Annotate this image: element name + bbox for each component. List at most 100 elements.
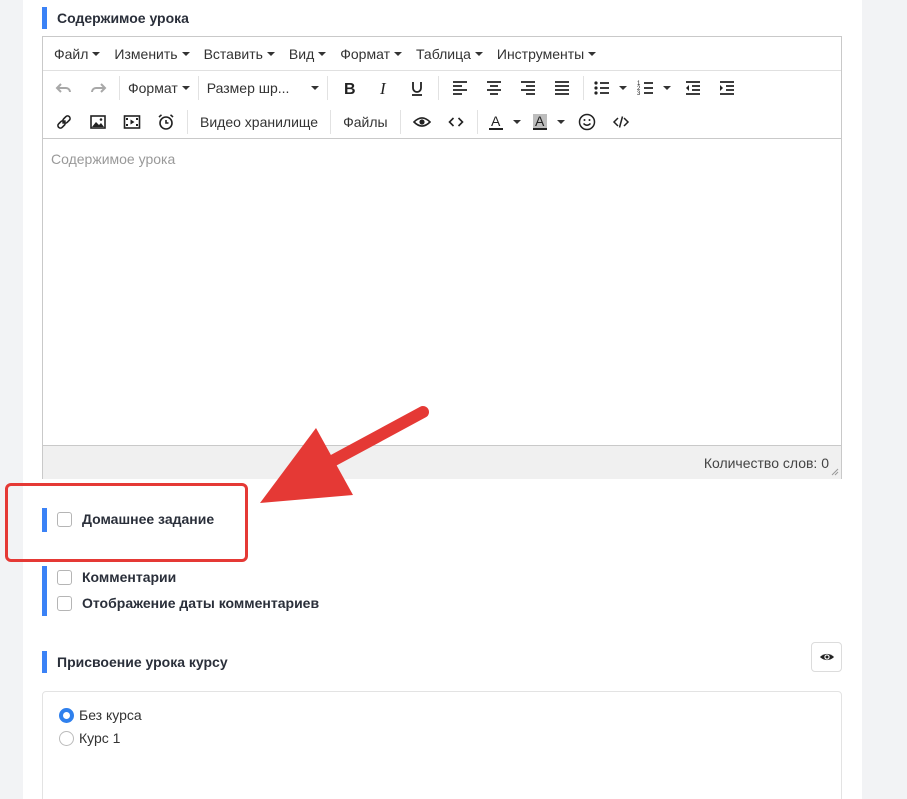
video-storage-button[interactable]: Видео хранилище <box>192 108 326 136</box>
link-icon <box>57 115 71 129</box>
caret-down-icon <box>266 51 275 56</box>
outdent-button[interactable] <box>676 74 710 102</box>
text-color-icon: A <box>488 113 503 130</box>
bullet-list-button[interactable] <box>588 74 632 102</box>
course-assign-title: Присвоение урока курсу <box>57 654 228 670</box>
background-color-button[interactable]: A <box>526 108 570 136</box>
files-button[interactable]: Файлы <box>335 108 395 136</box>
numbered-list-button[interactable]: 123 <box>632 74 676 102</box>
undo-button[interactable] <box>47 74 81 102</box>
link-button[interactable] <box>47 108 81 136</box>
resize-handle-icon[interactable] <box>831 468 839 476</box>
toolbar-separator <box>197 76 199 100</box>
menu-tools-label: Инструменты <box>496 45 585 62</box>
comment-dates-option[interactable]: Отображение даты комментариев <box>42 595 319 611</box>
caret-down-icon <box>181 51 190 56</box>
numbered-list-icon: 123 <box>637 81 653 97</box>
indent-button[interactable] <box>710 74 744 102</box>
toolbar-row-1: Формат Размер шр... B I 1 2 3 <box>43 71 841 105</box>
menu-table[interactable]: Таблица <box>409 46 490 62</box>
menu-edit[interactable]: Изменить <box>107 46 196 62</box>
course-option-none[interactable]: Без курса <box>59 707 142 723</box>
comments-checkbox[interactable] <box>57 569 72 585</box>
align-center-icon <box>486 81 501 95</box>
course-none-label: Без курса <box>79 707 142 723</box>
rich-text-editor: Файл Изменить Вставить Вид Формат Таблиц… <box>42 36 842 479</box>
indent-icon <box>719 81 734 95</box>
alarm-clock-icon <box>158 114 174 130</box>
image-icon <box>90 115 106 129</box>
align-justify-icon <box>554 81 569 95</box>
svg-text:A: A <box>535 113 545 129</box>
timer-button[interactable] <box>149 108 183 136</box>
source-code-icon <box>612 116 629 128</box>
comment-dates-label: Отображение даты комментариев <box>82 595 320 611</box>
comment-dates-checkbox[interactable] <box>57 595 72 611</box>
font-size-dropdown[interactable]: Размер шр... <box>203 74 323 102</box>
italic-button[interactable]: I <box>366 74 400 102</box>
menu-format-label: Формат <box>340 45 390 62</box>
menu-table-label: Таблица <box>415 45 471 62</box>
caret-down-icon <box>474 51 483 56</box>
caret-down-icon <box>662 86 671 90</box>
outdent-icon <box>685 81 700 95</box>
editor-statusbar: Количество слов: 0 <box>43 445 841 479</box>
toolbar-separator <box>119 76 120 100</box>
italic-icon: I <box>379 79 387 97</box>
media-button[interactable] <box>115 108 149 136</box>
bold-button[interactable]: B <box>332 74 366 102</box>
align-center-button[interactable] <box>477 74 511 102</box>
redo-icon <box>91 83 107 93</box>
toggle-visibility-button[interactable] <box>811 642 842 672</box>
svg-text:3: 3 <box>637 91 641 97</box>
menu-insert[interactable]: Вставить <box>197 46 282 62</box>
editor-content-area[interactable]: Содержимое урока <box>43 139 841 445</box>
caret-down-icon <box>618 86 627 90</box>
text-color-button[interactable]: A <box>482 108 526 136</box>
course-assign-heading: Присвоение урока курсу <box>42 651 228 673</box>
lesson-content-title: Содержимое урока <box>57 10 189 26</box>
toolbar-separator <box>187 110 188 134</box>
underline-button[interactable] <box>400 74 434 102</box>
emoticons-button[interactable] <box>570 108 604 136</box>
lesson-content-heading: Содержимое урока <box>42 7 189 29</box>
menu-view[interactable]: Вид <box>282 46 333 62</box>
code-sample-button[interactable] <box>439 108 473 136</box>
toolbar-row-2: Видео хранилище Файлы A A <box>43 105 841 139</box>
menu-insert-label: Вставить <box>203 45 263 62</box>
film-icon <box>123 115 141 129</box>
angle-brackets-icon <box>447 117 464 127</box>
caret-down-icon <box>588 51 597 56</box>
smiley-icon <box>578 113 595 131</box>
menu-tools[interactable]: Инструменты <box>490 46 603 62</box>
source-code-button[interactable] <box>604 108 638 136</box>
format-dropdown[interactable]: Формат <box>124 74 194 102</box>
comments-label: Комментарии <box>82 569 177 585</box>
underline-icon <box>411 82 422 96</box>
svg-text:A: A <box>491 113 501 129</box>
menu-file[interactable]: Файл <box>47 46 107 62</box>
image-button[interactable] <box>81 108 115 136</box>
preview-button[interactable] <box>405 108 439 136</box>
align-left-button[interactable] <box>443 74 477 102</box>
course-1-radio[interactable] <box>59 730 74 746</box>
highlight-color-icon: A <box>532 113 547 130</box>
caret-down-icon <box>92 51 101 56</box>
toolbar-separator <box>326 76 328 100</box>
course-option-1[interactable]: Курс 1 <box>59 730 120 746</box>
comments-option[interactable]: Комментарии <box>42 569 176 585</box>
caret-down-icon <box>393 51 402 56</box>
align-justify-button[interactable] <box>545 74 579 102</box>
annotation-highlight-box <box>5 483 248 562</box>
toolbar-separator <box>437 76 439 100</box>
caret-down-icon <box>181 86 190 90</box>
course-none-radio[interactable] <box>59 707 74 723</box>
toolbar-separator <box>399 110 401 134</box>
eye-icon <box>412 117 431 127</box>
redo-button[interactable] <box>81 74 115 102</box>
menu-format[interactable]: Формат <box>333 46 409 62</box>
toolbar-separator <box>330 110 332 134</box>
caret-down-icon <box>512 120 521 124</box>
align-right-button[interactable] <box>511 74 545 102</box>
undo-icon <box>55 83 71 93</box>
